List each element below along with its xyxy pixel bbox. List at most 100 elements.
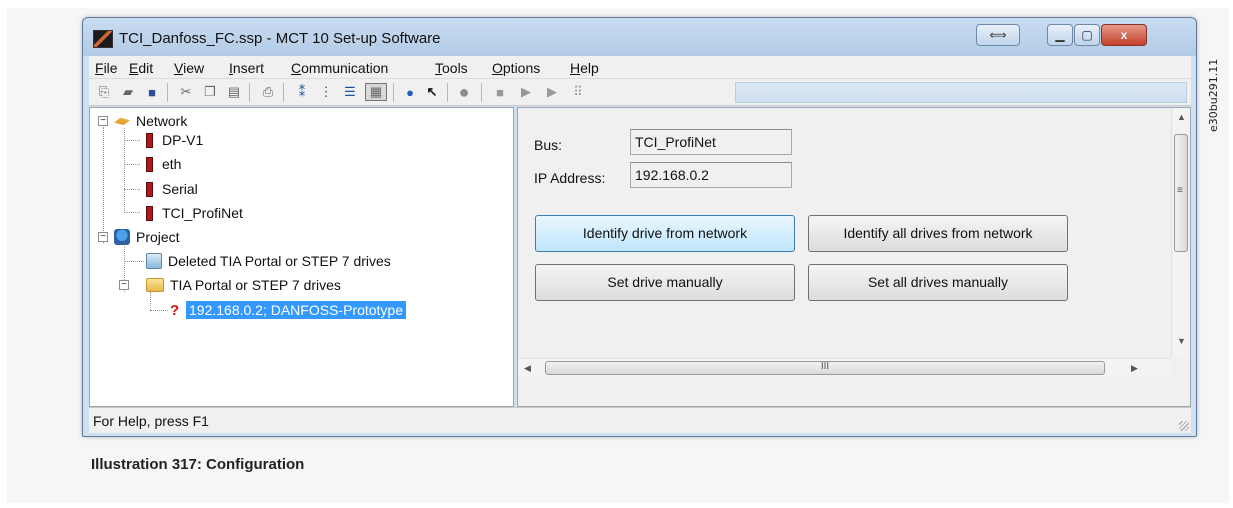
unknown-drive-icon: ? [170, 302, 180, 319]
tree-item-label: TIA Portal or STEP 7 drives [170, 277, 341, 293]
figure-code: e30bu291.11 [1207, 58, 1220, 132]
tree-line [124, 140, 140, 141]
bus-icon [146, 181, 153, 197]
tree-item-label: Serial [162, 181, 198, 197]
menu-insert[interactable]: Insert [229, 60, 264, 76]
identify-all-drives-button[interactable]: Identify all drives from network [808, 215, 1068, 252]
tree-pane[interactable]: − Network DP-V1 eth Serial TCI_ProfiNet … [89, 107, 514, 407]
tree-line [150, 292, 151, 310]
minimize-icon[interactable]: ▁ [1047, 24, 1073, 46]
cut-icon[interactable]: ✂ [177, 83, 195, 101]
menu-bar: File Edit View Insert Communication Tool… [89, 56, 1191, 79]
tree-item-label: eth [162, 156, 182, 172]
app-window: TCI_Danfoss_FC.ssp - MCT 10 Set-up Softw… [82, 17, 1197, 437]
tree-item-bus[interactable]: TCI_ProfiNet [142, 202, 243, 224]
save-icon[interactable]: ■ [143, 83, 161, 101]
new-icon[interactable]: ⎘ [95, 83, 113, 101]
menu-options[interactable]: Options [492, 60, 540, 76]
tree-line [124, 261, 144, 262]
step-icon[interactable]: ▶ [543, 83, 561, 101]
tree-item-bus[interactable]: DP-V1 [142, 129, 203, 151]
toolbar-separator [447, 83, 448, 102]
close-icon[interactable]: x [1101, 24, 1147, 46]
set-drive-manually-button[interactable]: Set drive manually [535, 264, 795, 301]
toolbar-separator [481, 83, 482, 102]
menu-view[interactable]: View [174, 60, 204, 76]
tree-line [124, 212, 140, 213]
copy-icon[interactable]: ❐ [201, 83, 219, 101]
record-icon[interactable]: ● [455, 82, 473, 102]
app-logo-icon [93, 30, 113, 48]
tree-line [150, 310, 168, 311]
identify-drive-button[interactable]: Identify drive from network [535, 215, 795, 252]
bus-field: TCI_ProfiNet [630, 129, 792, 155]
help-icon[interactable]: ● [401, 83, 419, 101]
toolbar-separator [283, 83, 284, 102]
bus-icon [146, 205, 153, 221]
tree-item-deleted-drives[interactable]: Deleted TIA Portal or STEP 7 drives [146, 250, 391, 272]
menu-communication[interactable]: Communication [291, 60, 388, 76]
toolbar-empty-area [735, 82, 1187, 103]
tree-item-drive[interactable]: ? 192.168.0.2; DANFOSS-Prototype [170, 299, 406, 321]
resize-grip-icon[interactable] [1179, 421, 1189, 431]
grid-view-icon[interactable]: ▦ [365, 83, 387, 101]
print-icon[interactable]: ⎙ [259, 83, 277, 101]
details-icon[interactable]: ☰ [341, 83, 359, 101]
figure-caption: Illustration 317: Configuration [91, 456, 305, 473]
scroll-left-icon[interactable]: ◀ [524, 363, 531, 374]
tree-item-label: TCI_ProfiNet [162, 205, 243, 221]
collapse-project-icon[interactable]: − [98, 232, 108, 242]
status-text: For Help, press F1 [93, 413, 209, 429]
paste-icon[interactable]: ▤ [225, 83, 243, 101]
vertical-scroll-thumb[interactable]: ≡ [1174, 134, 1188, 252]
list-icon[interactable]: ⋮ [317, 83, 335, 101]
vertical-scrollbar[interactable]: ▲ ≡ ▼ [1171, 108, 1190, 358]
maximize-icon[interactable]: ▢ [1074, 24, 1100, 46]
tree-item-label: Project [136, 229, 180, 245]
bus-icon [146, 132, 153, 148]
open-icon[interactable]: ▰ [119, 83, 137, 101]
ip-address-label: IP Address: [534, 170, 606, 186]
project-icon [114, 229, 130, 245]
menu-help[interactable]: Help [570, 60, 599, 76]
recycle-bin-icon [146, 253, 162, 269]
tree-item-tia-drives[interactable]: TIA Portal or STEP 7 drives [146, 274, 341, 296]
folder-icon [146, 278, 164, 292]
collapse-tia-icon[interactable]: − [119, 280, 129, 290]
collapse-network-icon[interactable]: − [98, 116, 108, 126]
toolbar-separator [393, 83, 394, 102]
details-pane: Bus: TCI_ProfiNet IP Address: 192.168.0.… [517, 107, 1191, 407]
set-all-drives-manually-button[interactable]: Set all drives manually [808, 264, 1068, 301]
menu-tools[interactable]: Tools [435, 60, 468, 76]
stop-icon[interactable]: ■ [491, 83, 509, 101]
tree-item-label: Network [136, 113, 188, 129]
toolbar: ⎘ ▰ ■ ✂ ❐ ▤ ⎙ ⁑ ⋮ ☰ ▦ ● ↖ ● ■ ▶ ▶ ⠿ [89, 79, 1191, 106]
ip-address-field: 192.168.0.2 [630, 162, 792, 188]
context-help-icon[interactable]: ↖ [423, 83, 441, 101]
tree-item-label: 192.168.0.2; DANFOSS-Prototype [186, 301, 406, 319]
bus-label: Bus: [534, 137, 563, 153]
title-bar[interactable]: TCI_Danfoss_FC.ssp - MCT 10 Set-up Softw… [83, 18, 1196, 56]
scan-icon[interactable]: ⠿ [569, 83, 587, 101]
network-icon [114, 117, 130, 125]
large-icons-icon[interactable]: ⁑ [293, 83, 311, 101]
scroll-right-icon[interactable]: ▶ [1131, 363, 1138, 374]
restore-icon[interactable]: ⟺ [976, 24, 1020, 46]
tree-line [124, 189, 140, 190]
bus-icon [146, 156, 153, 172]
play-icon[interactable]: ▶ [517, 83, 535, 101]
tree-line [124, 164, 140, 165]
tree-item-label: Deleted TIA Portal or STEP 7 drives [168, 253, 391, 269]
tree-item-bus[interactable]: eth [142, 153, 181, 175]
menu-edit[interactable]: Edit [129, 60, 153, 76]
tree-line [103, 127, 104, 243]
scroll-up-icon[interactable]: ▲ [1177, 112, 1186, 122]
scroll-down-icon[interactable]: ▼ [1177, 336, 1186, 346]
tree-item-bus[interactable]: Serial [142, 178, 198, 200]
tree-item-label: DP-V1 [162, 132, 204, 148]
scroll-grip-icon: ≡ [1177, 185, 1183, 196]
horizontal-scroll-thumb[interactable]: III [545, 361, 1105, 375]
horizontal-scrollbar[interactable]: ◀ III ▶ [518, 358, 1171, 377]
menu-file[interactable]: File [95, 60, 118, 76]
window-title: TCI_Danfoss_FC.ssp - MCT 10 Set-up Softw… [119, 30, 441, 47]
